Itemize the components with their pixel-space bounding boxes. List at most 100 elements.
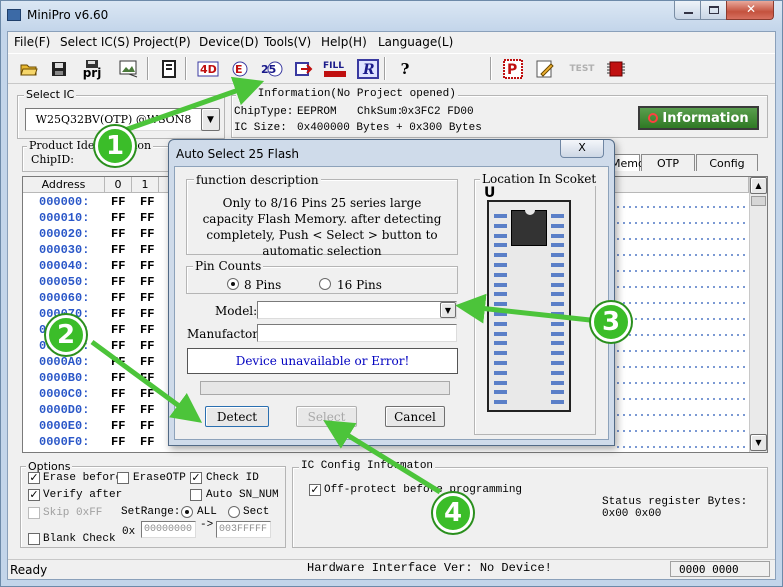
hex-byte[interactable]: FF bbox=[140, 211, 154, 225]
menu-select-ic[interactable]: Select IC(S) bbox=[60, 35, 130, 49]
read-button[interactable]: R bbox=[356, 57, 380, 80]
off-protect-checkbox[interactable]: ✓ bbox=[309, 484, 321, 496]
erase-before-label: Erase before bbox=[43, 472, 123, 484]
scroll-thumb[interactable] bbox=[751, 196, 766, 206]
menu-help[interactable]: Help(H) bbox=[321, 35, 367, 49]
device-e-button[interactable]: E bbox=[228, 57, 252, 80]
information-button[interactable]: Information bbox=[638, 106, 759, 130]
edit-button[interactable] bbox=[533, 57, 557, 80]
hex-byte[interactable]: FF bbox=[111, 339, 125, 353]
hex-byte[interactable]: FF bbox=[111, 435, 125, 449]
range-end-input[interactable]: 003FFFFF bbox=[216, 521, 271, 538]
menu-file[interactable]: File(F) bbox=[14, 35, 50, 49]
chip-info-button[interactable] bbox=[157, 57, 181, 80]
menu-tools[interactable]: Tools(V) bbox=[264, 35, 311, 49]
range-start-input[interactable]: 00000000 bbox=[141, 521, 196, 538]
socket-pin bbox=[494, 312, 507, 316]
save-button[interactable] bbox=[47, 57, 71, 80]
hex-byte[interactable]: FF bbox=[111, 387, 125, 401]
ic-info-label: IC Information(No Project opened) bbox=[236, 88, 458, 100]
auto-select-25-button[interactable]: 25 bbox=[260, 57, 284, 80]
auto-select-25-icon: 25 bbox=[261, 61, 283, 76]
hex-scrollbar[interactable]: ▲ ▼ bbox=[749, 177, 767, 452]
tab-config[interactable]: Config bbox=[696, 154, 758, 171]
hex-byte[interactable]: FF bbox=[111, 371, 125, 385]
range-sect-radio[interactable] bbox=[228, 506, 240, 518]
chip-pins-icon bbox=[607, 61, 625, 76]
hex-byte[interactable]: FF bbox=[140, 387, 154, 401]
hex-byte[interactable]: FF bbox=[140, 307, 154, 321]
erase-before-checkbox[interactable]: ✓ bbox=[28, 472, 40, 484]
menu-language[interactable]: Language(L) bbox=[378, 35, 453, 49]
hex-byte[interactable]: FF bbox=[111, 403, 125, 417]
detect-button[interactable]: Detect bbox=[205, 406, 269, 427]
select-ic-dropdown[interactable]: ▼ bbox=[201, 108, 220, 131]
socket-pin bbox=[551, 331, 564, 336]
socket-pin bbox=[551, 233, 564, 238]
load-project-button[interactable] bbox=[117, 57, 141, 80]
maximize-button[interactable] bbox=[700, 1, 727, 20]
pins-16-radio[interactable] bbox=[319, 278, 331, 290]
hex-byte[interactable]: FF bbox=[140, 355, 154, 369]
blank-check-checkbox[interactable] bbox=[28, 533, 40, 545]
hex-byte[interactable]: FF bbox=[111, 275, 125, 289]
hex-byte[interactable]: FF bbox=[111, 307, 125, 321]
prj-label: prj bbox=[82, 66, 102, 80]
device-4d-button[interactable]: 4D bbox=[196, 57, 220, 80]
model-select[interactable] bbox=[257, 301, 457, 319]
hex-byte[interactable]: FF bbox=[140, 275, 154, 289]
hex-byte[interactable]: FF bbox=[140, 227, 154, 241]
hex-byte[interactable]: FF bbox=[111, 419, 125, 433]
cancel-button[interactable]: Cancel bbox=[385, 406, 445, 427]
hex-byte[interactable]: FF bbox=[140, 339, 154, 353]
title-bar[interactable]: MiniPro v6.60 ✕ bbox=[0, 0, 783, 30]
tab-otp[interactable]: OTP bbox=[641, 154, 695, 171]
hex-byte[interactable]: FF bbox=[111, 323, 125, 337]
fill-button[interactable]: FILL bbox=[321, 57, 349, 80]
callout-1: 1 bbox=[95, 126, 135, 166]
dialog-close-button[interactable]: X bbox=[560, 140, 604, 158]
check-id-checkbox[interactable]: ✓ bbox=[190, 472, 202, 484]
hex-byte[interactable]: FF bbox=[140, 259, 154, 273]
hex-byte[interactable]: FF bbox=[140, 419, 154, 433]
callout-4: 4 bbox=[433, 493, 473, 533]
hex-byte[interactable]: FF bbox=[140, 403, 154, 417]
verify-after-checkbox[interactable]: ✓ bbox=[28, 489, 40, 501]
auto-sn-checkbox[interactable] bbox=[190, 489, 202, 501]
hex-byte[interactable]: FF bbox=[111, 259, 125, 273]
hex-row-address: 000060: bbox=[39, 291, 90, 305]
p-chip-icon: P bbox=[503, 58, 523, 79]
program-button[interactable] bbox=[291, 57, 315, 80]
scroll-up-button[interactable]: ▲ bbox=[750, 177, 767, 194]
hex-byte[interactable]: FF bbox=[111, 195, 125, 209]
hex-byte[interactable]: FF bbox=[111, 355, 125, 369]
hex-row-address: 000030: bbox=[39, 243, 90, 257]
open-file-button[interactable] bbox=[17, 57, 41, 80]
hex-byte[interactable]: FF bbox=[140, 195, 154, 209]
chip-select-button[interactable] bbox=[604, 57, 628, 80]
hex-byte[interactable]: FF bbox=[140, 243, 154, 257]
hex-byte[interactable]: FF bbox=[140, 323, 154, 337]
hex-byte[interactable]: FF bbox=[140, 371, 154, 385]
information-label: Information bbox=[662, 110, 749, 126]
hex-byte[interactable]: FF bbox=[111, 227, 125, 241]
pins-8-radio[interactable] bbox=[227, 278, 239, 290]
manufactory-field[interactable] bbox=[257, 324, 457, 342]
range-all-radio[interactable] bbox=[181, 506, 193, 518]
minimize-button[interactable] bbox=[674, 1, 701, 20]
hex-byte[interactable]: FF bbox=[111, 243, 125, 257]
hex-byte[interactable]: FF bbox=[140, 435, 154, 449]
project-p-button[interactable]: P bbox=[501, 57, 525, 80]
scroll-down-button[interactable]: ▼ bbox=[750, 434, 767, 451]
help-button[interactable]: ? bbox=[393, 57, 417, 80]
menu-project[interactable]: Project(P) bbox=[133, 35, 191, 49]
save-project-button[interactable]: prj bbox=[74, 57, 110, 80]
erase-otp-checkbox[interactable] bbox=[117, 472, 129, 484]
model-dropdown[interactable]: ▼ bbox=[440, 302, 456, 318]
hex-byte[interactable]: FF bbox=[111, 291, 125, 305]
hex-byte[interactable]: FF bbox=[140, 291, 154, 305]
set-range-label: SetRange: bbox=[121, 506, 181, 518]
hex-byte[interactable]: FF bbox=[111, 211, 125, 225]
close-button[interactable]: ✕ bbox=[726, 1, 774, 20]
menu-device[interactable]: Device(D) bbox=[199, 35, 259, 49]
